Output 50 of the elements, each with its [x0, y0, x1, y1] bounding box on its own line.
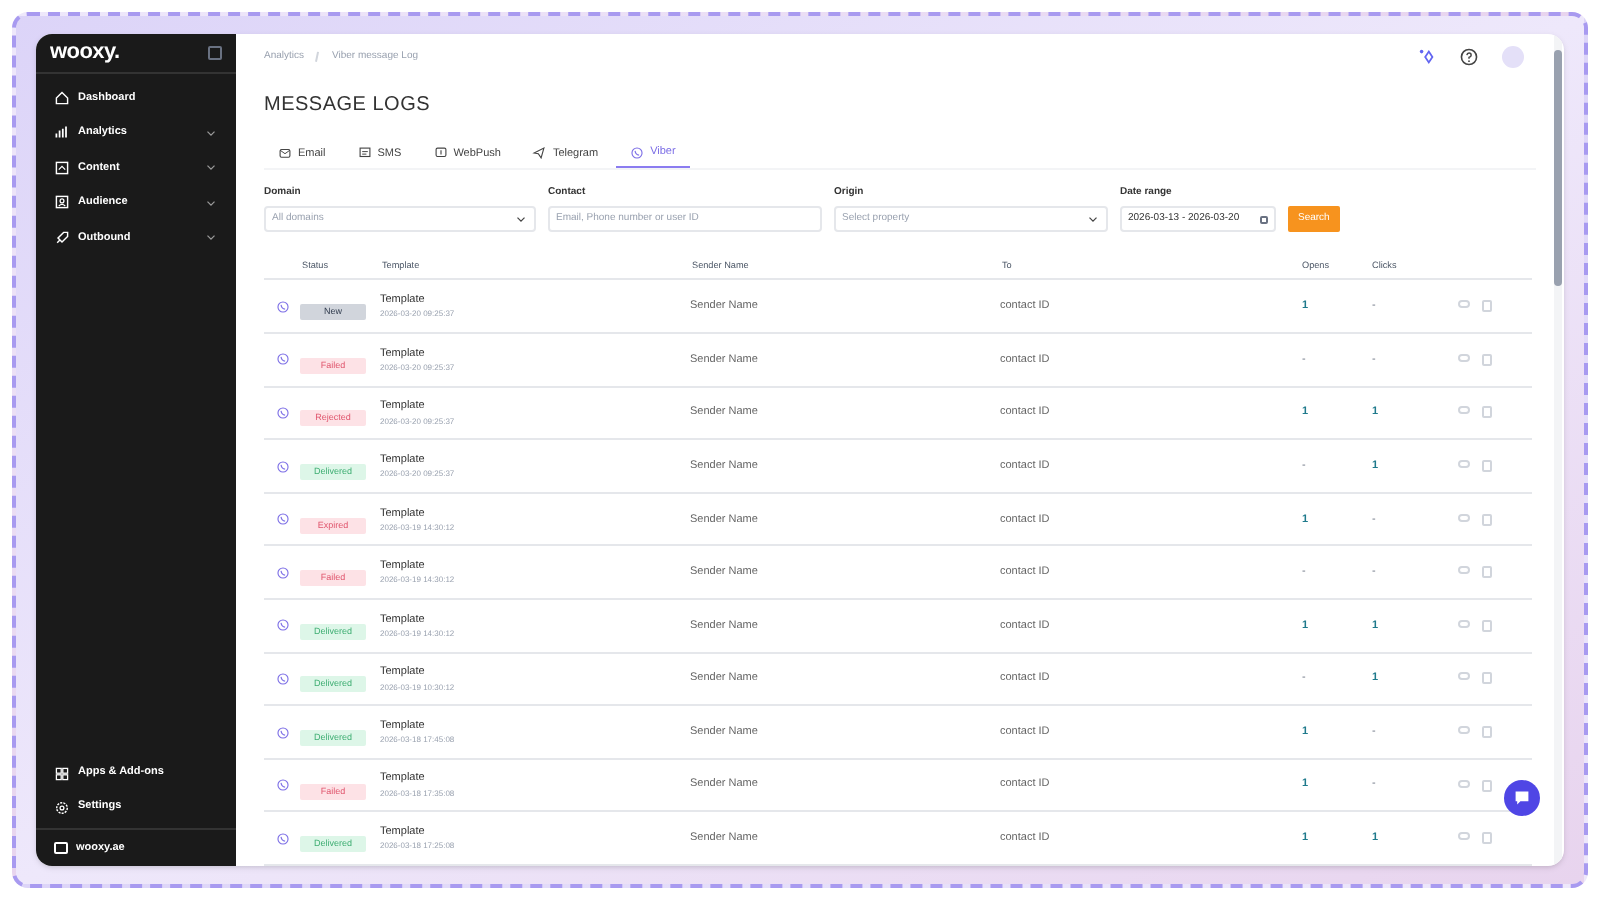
eye-icon[interactable]	[1458, 513, 1470, 522]
calendar-icon	[1260, 215, 1268, 224]
phone-icon	[275, 459, 289, 474]
home-icon	[54, 89, 70, 106]
grid-icon	[54, 765, 70, 781]
envelope-icon	[278, 146, 292, 161]
logo[interactable]: wooxy.	[50, 36, 120, 70]
chat-icon	[1514, 790, 1530, 806]
browser-icon	[54, 842, 68, 854]
phone-icon	[275, 671, 289, 686]
phone-icon	[275, 831, 289, 846]
chevron-icon	[514, 212, 528, 227]
collapse-icon[interactable]	[208, 46, 222, 60]
phone-icon	[275, 352, 289, 367]
eye-icon[interactable]	[1458, 353, 1470, 362]
separator	[315, 52, 322, 64]
eye-icon[interactable]	[1458, 300, 1470, 309]
eye-icon[interactable]	[1458, 779, 1470, 788]
eye-icon[interactable]	[1458, 460, 1470, 469]
phone-icon	[275, 405, 289, 420]
bar-chart-icon	[54, 124, 70, 141]
eye-icon[interactable]	[1458, 619, 1470, 628]
image-icon	[54, 159, 70, 176]
phone-icon	[275, 725, 289, 740]
message-icon	[357, 146, 372, 161]
help-icon[interactable]	[1460, 48, 1478, 67]
sparkle-icon[interactable]	[1418, 48, 1436, 67]
rocket-icon	[54, 229, 70, 246]
eye-icon[interactable]	[1458, 832, 1470, 841]
send-icon	[532, 146, 547, 161]
eye-icon[interactable]	[1458, 566, 1470, 575]
phone-icon	[275, 565, 289, 580]
person-icon	[54, 194, 70, 211]
monitor-icon	[433, 146, 448, 161]
scrollbar-thumb[interactable]	[1554, 50, 1562, 286]
settings-icon	[54, 799, 70, 815]
eye-icon[interactable]	[1458, 406, 1470, 415]
phone-icon	[275, 778, 289, 793]
chevron-icon	[204, 160, 218, 175]
eye-icon[interactable]	[1458, 672, 1470, 681]
phone-icon	[630, 145, 645, 160]
chevron-icon	[1086, 212, 1100, 227]
phone-icon	[275, 512, 289, 527]
phone-icon	[275, 299, 289, 314]
avatar[interactable]	[1502, 46, 1524, 69]
phone-icon	[275, 618, 289, 633]
page-title: MESSAGE LOGS	[262, 91, 433, 120]
eye-icon[interactable]	[1458, 726, 1470, 735]
chat-button[interactable]	[1504, 780, 1540, 816]
chevron-icon	[204, 230, 218, 245]
